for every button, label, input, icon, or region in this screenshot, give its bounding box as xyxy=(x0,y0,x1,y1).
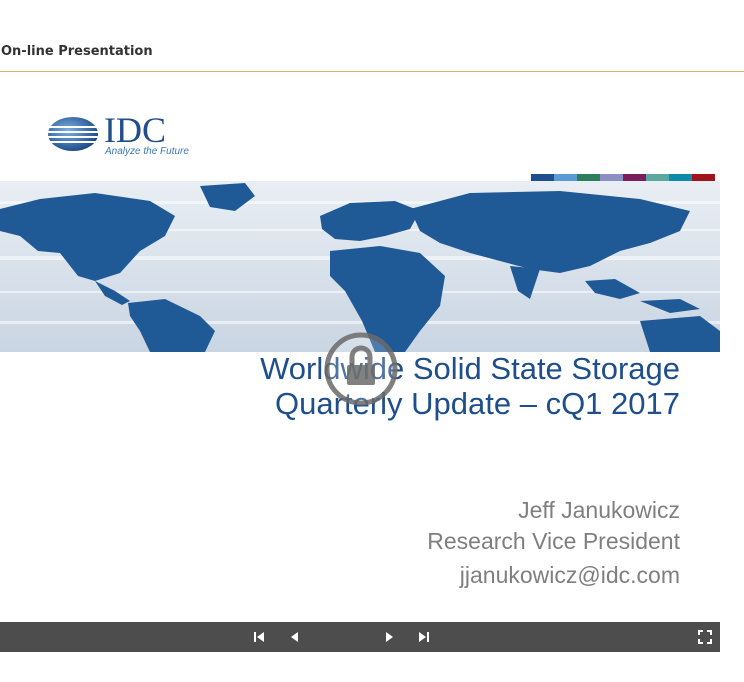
idc-logo: IDC Analyze the Future xyxy=(47,110,207,162)
lock-icon[interactable] xyxy=(323,331,399,407)
accent-color-strip xyxy=(531,174,715,181)
accent-color-swatch xyxy=(554,174,577,181)
presentation-controls xyxy=(0,622,720,652)
accent-color-swatch xyxy=(623,174,646,181)
accent-color-swatch xyxy=(692,174,715,181)
author-email: jjanukowicz@idc.com xyxy=(459,562,680,588)
author-role: Research Vice President xyxy=(427,528,680,554)
globe-logo-icon xyxy=(47,117,99,151)
author-name: Jeff Janukowicz xyxy=(518,497,680,523)
skip-first-icon[interactable] xyxy=(251,629,267,645)
accent-color-swatch xyxy=(600,174,623,181)
page-header: On-line Presentation xyxy=(0,0,744,72)
accent-color-swatch xyxy=(669,174,692,181)
next-icon[interactable] xyxy=(382,629,398,645)
previous-icon[interactable] xyxy=(286,629,302,645)
page-title: On-line Presentation xyxy=(1,44,153,59)
fullscreen-icon[interactable] xyxy=(697,629,713,645)
logo-wordmark: IDC xyxy=(104,110,166,150)
accent-color-swatch xyxy=(577,174,600,181)
world-map-banner xyxy=(0,181,720,352)
accent-color-swatch xyxy=(531,174,554,181)
accent-color-swatch xyxy=(646,174,669,181)
author-info: Jeff Janukowicz Research Vice President … xyxy=(427,495,680,591)
logo-tagline: Analyze the Future xyxy=(105,146,189,157)
presentation-slide: IDC Analyze the Future Worldwide Solid S… xyxy=(0,72,720,622)
skip-last-icon[interactable] xyxy=(416,629,432,645)
